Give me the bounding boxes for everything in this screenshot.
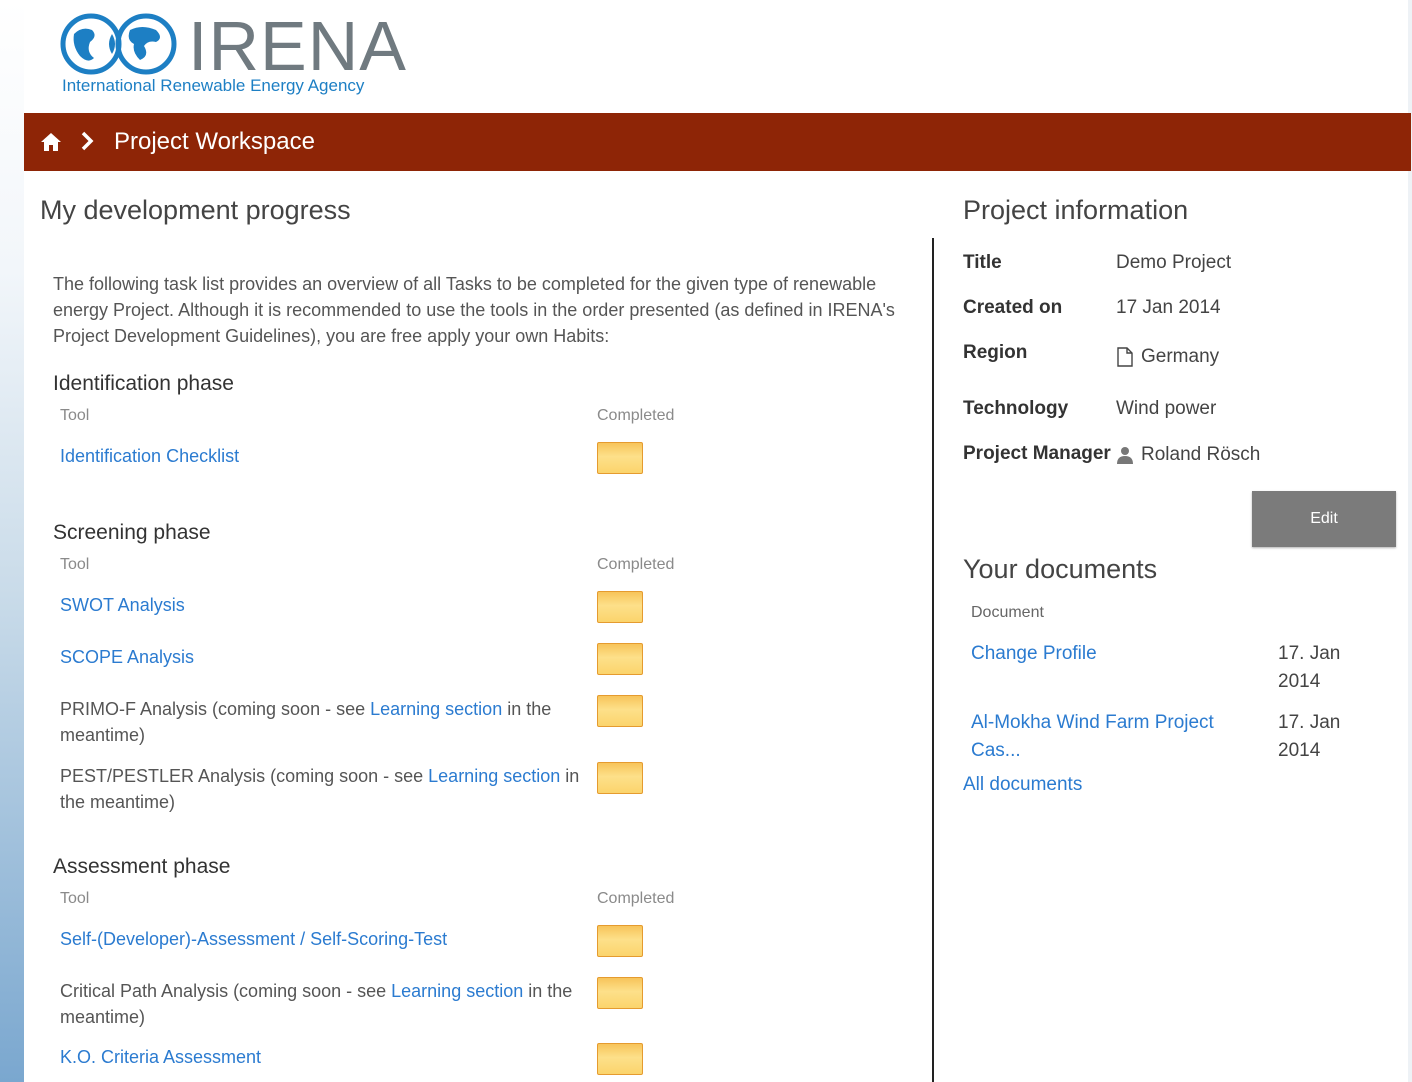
globe-logo-icon <box>60 13 177 75</box>
tool-row: SCOPE Analysis <box>60 644 580 670</box>
section-title-documents: Your documents <box>963 554 1158 584</box>
learning-section-link[interactable]: Learning section <box>428 766 560 786</box>
left-gradient-strip <box>0 0 24 1082</box>
completed-checkbox[interactable] <box>597 925 643 957</box>
logo-wordmark: IRENA <box>188 7 407 85</box>
tool-row: Critical Path Analysis (coming soon - se… <box>60 978 580 1030</box>
document-link-al-mokha[interactable]: Al-Mokha Wind Farm Project Cas... <box>971 709 1231 765</box>
info-label-manager: Project Manager <box>963 443 1111 464</box>
info-label-technology: Technology <box>963 398 1069 419</box>
tool-link-ko-criteria[interactable]: K.O. Criteria Assessment <box>60 1047 261 1067</box>
edit-button[interactable]: Edit <box>1252 491 1396 547</box>
info-label-title: Title <box>963 252 1002 273</box>
column-divider <box>932 238 934 1082</box>
tool-row: K.O. Criteria Assessment <box>60 1044 580 1070</box>
document-date: 17. Jan 2014 <box>1278 643 1341 692</box>
manager-value: Roland Rösch <box>1141 444 1261 465</box>
logo-subtitle: International Renewable Energy Agency <box>62 76 365 95</box>
region-value: Germany <box>1141 346 1220 367</box>
info-label-created: Created on <box>963 297 1063 318</box>
tool-row: Identification Checklist <box>60 443 580 469</box>
document-date: 17. Jan 2014 <box>1278 712 1341 761</box>
column-header-completed: Completed <box>597 890 675 907</box>
tool-text: PEST/PESTLER Analysis (coming soon - see <box>60 766 429 786</box>
completed-checkbox[interactable] <box>597 1043 643 1075</box>
document-icon <box>1117 347 1133 367</box>
info-value-created: 17 Jan 2014 <box>1116 297 1221 318</box>
completed-checkbox[interactable] <box>597 977 643 1009</box>
completed-checkbox[interactable] <box>597 442 643 474</box>
phase-title-identification: Identification phase <box>53 372 234 395</box>
info-value-title: Demo Project <box>1116 252 1232 273</box>
breadcrumb: Project Workspace <box>24 113 1411 171</box>
tool-row: SWOT Analysis <box>60 592 580 618</box>
learning-section-link[interactable]: Learning section <box>370 699 502 719</box>
column-header-completed: Completed <box>597 407 675 424</box>
section-title-project-info: Project information <box>963 195 1189 225</box>
info-value-technology: Wind power <box>1116 398 1217 419</box>
home-icon[interactable] <box>40 131 62 153</box>
tool-link-self-assessment[interactable]: Self-(Developer)-Assessment / Self-Scori… <box>60 929 447 949</box>
tool-link-scope-analysis[interactable]: SCOPE Analysis <box>60 647 194 667</box>
info-value-manager: Roland Rösch <box>1116 444 1260 466</box>
tool-row: PRIMO-F Analysis (coming soon - see Lear… <box>60 696 580 748</box>
info-label-region: Region <box>963 342 1028 363</box>
all-documents-link[interactable]: All documents <box>963 771 1223 799</box>
intro-text: The following task list provides an over… <box>53 274 895 346</box>
user-icon <box>1117 447 1133 464</box>
tool-text: PRIMO-F Analysis (coming soon - see <box>60 699 371 719</box>
phase-title-assessment: Assessment phase <box>53 855 231 878</box>
tool-text: Critical Path Analysis (coming soon - se… <box>60 981 392 1001</box>
completed-checkbox[interactable] <box>597 643 643 675</box>
section-title-progress: My development progress <box>40 195 351 225</box>
tool-link-swot-analysis[interactable]: SWOT Analysis <box>60 595 185 615</box>
irena-logo[interactable]: IRENA International Renewable Energy Age… <box>60 8 406 104</box>
chevron-right-icon <box>80 129 94 155</box>
info-value-region: Germany <box>1116 346 1219 368</box>
column-header-completed: Completed <box>597 556 675 573</box>
completed-checkbox[interactable] <box>597 695 643 727</box>
development-progress-panel: My development progress The following ta… <box>40 195 920 1075</box>
document-link-change-profile[interactable]: Change Profile <box>971 640 1231 668</box>
phase-title-screening: Screening phase <box>53 521 211 544</box>
project-information-panel: Project information Title Demo Project C… <box>963 195 1403 795</box>
column-header-tool: Tool <box>60 407 90 424</box>
tool-row: PEST/PESTLER Analysis (coming soon - see… <box>60 763 580 815</box>
column-header-document: Document <box>971 604 1044 621</box>
learning-section-link[interactable]: Learning section <box>391 981 523 1001</box>
column-header-tool: Tool <box>60 556 90 573</box>
breadcrumb-current: Project Workspace <box>114 128 315 155</box>
column-header-tool: Tool <box>60 890 90 907</box>
completed-checkbox[interactable] <box>597 591 643 623</box>
tool-row: Self-(Developer)-Assessment / Self-Scori… <box>60 926 580 952</box>
completed-checkbox[interactable] <box>597 762 643 794</box>
tool-link-identification-checklist[interactable]: Identification Checklist <box>60 446 239 466</box>
